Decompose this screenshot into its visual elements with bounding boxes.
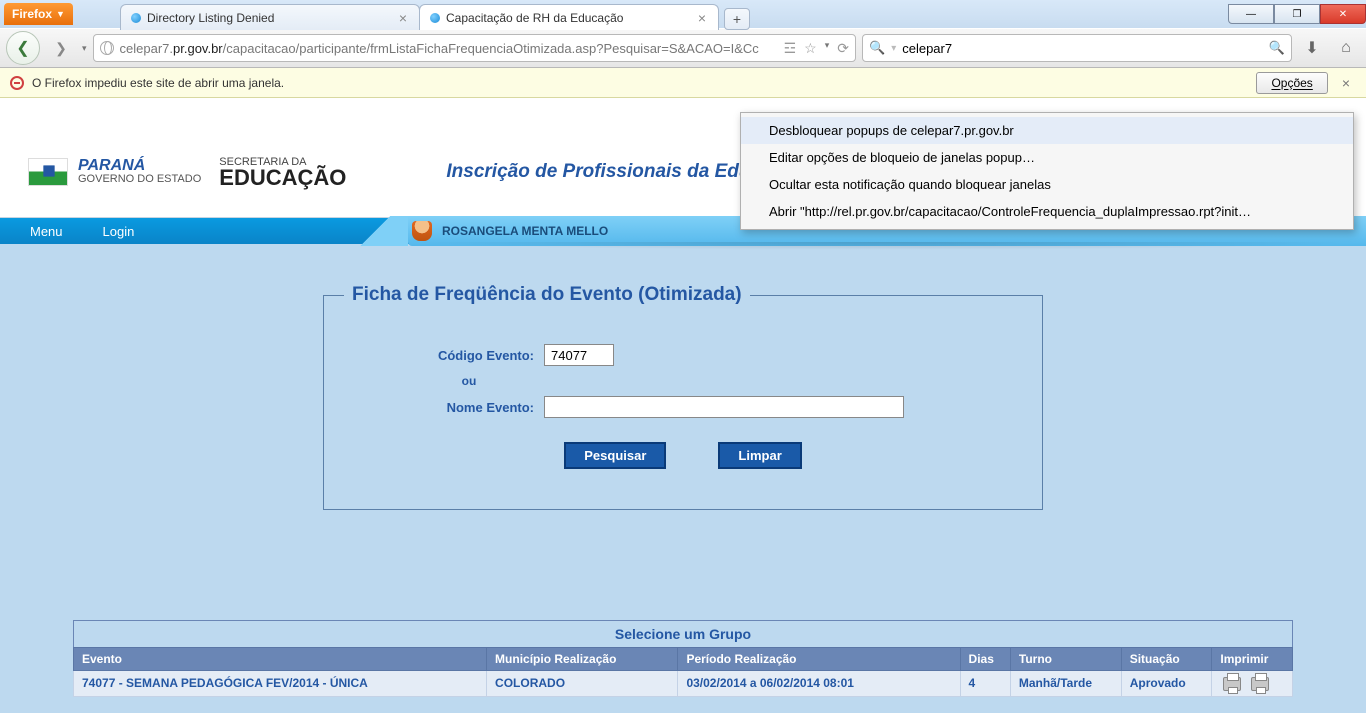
url-bar-icons: ☲ ☆ ▾ ⟳	[784, 40, 849, 57]
menu-item-ocultar[interactable]: Ocultar esta notificação quando bloquear…	[741, 171, 1353, 198]
popup-blocked-text: O Firefox impediu este site de abrir uma…	[32, 76, 1248, 90]
reader-icon[interactable]: ☲	[784, 40, 797, 57]
cell-periodo: 03/02/2014 a 06/02/2014 08:01	[678, 671, 960, 697]
close-icon[interactable]: ×	[696, 10, 708, 26]
browser-tabstrip: Directory Listing Denied × Capacitação d…	[0, 2, 1366, 30]
tab-label: Capacitação de RH da Educação	[446, 11, 690, 25]
cell-imprimir	[1212, 671, 1293, 697]
group-title: Selecione um Grupo	[73, 620, 1293, 647]
th-imprimir: Imprimir	[1212, 648, 1293, 671]
form-buttons: Pesquisar Limpar	[344, 442, 1022, 469]
cell-situacao: Aprovado	[1121, 671, 1212, 697]
url-host: pr.gov.br	[173, 41, 223, 56]
secretaria-name: EDUCAÇÃO	[219, 168, 346, 188]
search-go-icon[interactable]: 🔍	[1269, 40, 1285, 56]
label-nome: Nome Evento:	[344, 400, 534, 415]
globe-icon	[100, 41, 114, 55]
blocked-icon	[10, 76, 24, 90]
search-input[interactable]	[902, 41, 1263, 56]
dropdown-caret-icon[interactable]: ▾	[891, 43, 896, 54]
search-engine-icon[interactable]: 🔍	[869, 40, 885, 56]
table-row[interactable]: 74077 - SEMANA PEDAGÓGICA FEV/2014 - ÚNI…	[74, 671, 1293, 697]
home-icon[interactable]: ⌂	[1332, 34, 1360, 62]
group-select: Selecione um Grupo Evento Município Real…	[73, 620, 1293, 697]
cell-dias: 4	[960, 671, 1010, 697]
nav-menu-link[interactable]: Menu	[30, 224, 63, 239]
popup-options-button[interactable]: Opções	[1256, 72, 1327, 94]
row-nome: Nome Evento:	[344, 396, 1022, 418]
th-periodo: Período Realização	[678, 648, 960, 671]
menu-item-editar[interactable]: Editar opções de bloqueio de janelas pop…	[741, 144, 1353, 171]
input-nome-evento[interactable]	[544, 396, 904, 418]
th-turno: Turno	[1010, 648, 1121, 671]
bookmark-star-icon[interactable]: ☆	[804, 40, 817, 57]
tab-label: Directory Listing Denied	[147, 11, 391, 25]
popup-options-menu: Desbloquear popups de celepar7.pr.gov.br…	[740, 112, 1354, 230]
row-ou: ou	[344, 374, 534, 388]
cell-municipio: COLORADO	[487, 671, 678, 697]
new-tab-button[interactable]: +	[724, 8, 750, 30]
state-brand-text: PARANÁ GOVERNO DO ESTADO	[78, 159, 201, 185]
popup-blocked-bar: O Firefox impediu este site de abrir uma…	[0, 68, 1366, 98]
th-evento: Evento	[74, 648, 487, 671]
cell-turno: Manhã/Tarde	[1010, 671, 1121, 697]
address-bar[interactable]: celepar7.pr.gov.br/capacitacao/participa…	[93, 34, 856, 62]
th-dias: Dias	[960, 648, 1010, 671]
table-header-row: Evento Município Realização Período Real…	[74, 648, 1293, 671]
avatar-icon	[412, 221, 432, 241]
popup-options-label: Opções	[1271, 76, 1312, 90]
url-dropdown-icon[interactable]: ▾	[825, 40, 830, 57]
browser-tab-active[interactable]: Capacitação de RH da Educação ×	[419, 4, 719, 30]
content-area: Ficha de Freqüência do Evento (Otimizada…	[0, 244, 1366, 713]
browser-tab-inactive[interactable]: Directory Listing Denied ×	[120, 4, 420, 30]
favicon-icon	[430, 13, 440, 23]
close-icon[interactable]: ×	[397, 10, 409, 26]
url-path: /capacitacao/participante/frmListaFichaF…	[223, 41, 759, 56]
th-municipio: Município Realização	[487, 648, 678, 671]
window-titlebar: Firefox ▼ Directory Listing Denied × Cap…	[0, 0, 1366, 28]
state-name: PARANÁ	[78, 159, 201, 173]
secretaria-text: SECRETARIA DA EDUCAÇÃO	[219, 156, 346, 188]
reload-icon[interactable]: ⟳	[837, 40, 849, 57]
th-situacao: Situação	[1121, 648, 1212, 671]
printer-icon[interactable]	[1223, 677, 1241, 691]
downloads-icon[interactable]: ⬇	[1298, 34, 1326, 62]
state-logo: PARANÁ GOVERNO DO ESTADO SECRETARIA DA E…	[28, 156, 346, 188]
menu-item-abrir[interactable]: Abrir "http://rel.pr.gov.br/capacitacao/…	[741, 198, 1353, 225]
browser-toolbar: ❮ ❯ ▾ celepar7.pr.gov.br/capacitacao/par…	[0, 28, 1366, 68]
form-legend: Ficha de Freqüência do Evento (Otimizada…	[344, 284, 750, 306]
nav-history-dropdown[interactable]: ▾	[82, 43, 87, 54]
nav-login-link[interactable]: Login	[103, 224, 135, 239]
favicon-icon	[131, 13, 141, 23]
input-codigo-evento[interactable]	[544, 344, 614, 366]
search-form: Ficha de Freqüência do Evento (Otimizada…	[323, 284, 1043, 510]
url-subdomain: celepar7.	[120, 41, 173, 56]
label-codigo: Código Evento:	[344, 348, 534, 363]
search-bar[interactable]: 🔍 ▾ 🔍	[862, 34, 1292, 62]
user-name: ROSANGELA MENTA MELLO	[442, 224, 608, 238]
nav-forward-button[interactable]: ❯	[46, 33, 76, 63]
row-codigo: Código Evento:	[344, 344, 1022, 366]
state-sub: GOVERNO DO ESTADO	[78, 173, 201, 185]
parana-flag-icon	[28, 158, 68, 186]
cell-evento: 74077 - SEMANA PEDAGÓGICA FEV/2014 - ÚNI…	[74, 671, 487, 697]
limpar-button[interactable]: Limpar	[718, 442, 801, 469]
menu-item-desbloquear[interactable]: Desbloquear popups de celepar7.pr.gov.br	[741, 117, 1353, 144]
url-text: celepar7.pr.gov.br/capacitacao/participa…	[120, 41, 778, 56]
nav-back-button[interactable]: ❮	[6, 31, 40, 65]
printer-icon[interactable]	[1251, 677, 1269, 691]
pesquisar-button[interactable]: Pesquisar	[564, 442, 666, 469]
close-icon[interactable]: ×	[1336, 75, 1356, 91]
group-table: Evento Município Realização Período Real…	[73, 647, 1293, 697]
